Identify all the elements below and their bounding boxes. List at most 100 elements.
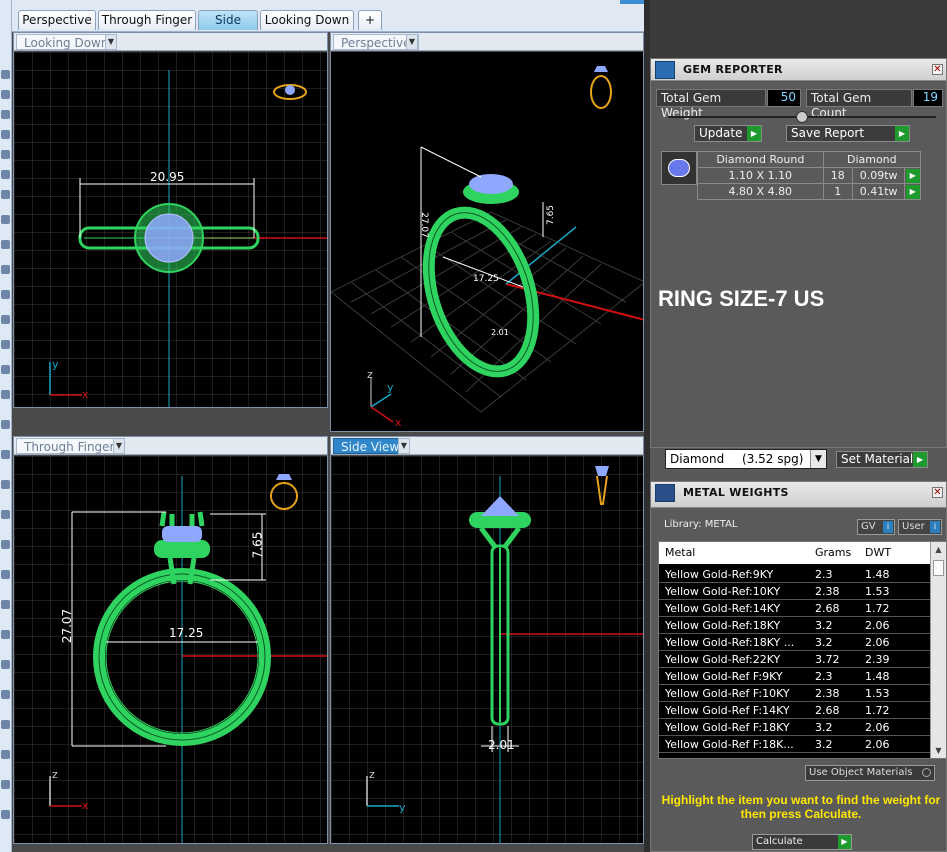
- tool-icon[interactable]: [1, 480, 10, 489]
- add-tab-button[interactable]: +: [358, 10, 382, 30]
- viewport-canvas[interactable]: 27.07 7.65 17.25 2.01 z y x: [331, 52, 643, 431]
- tool-icon[interactable]: [1, 630, 10, 639]
- viewport-through-finger[interactable]: Through Finger ▼ 27.07 7.65 17.25 z x: [13, 436, 328, 844]
- cell-grams: 2.3: [815, 568, 833, 581]
- table-row[interactable]: Yellow Gold-Ref F:9KY 2.3 1.48: [659, 668, 930, 685]
- tool-icon[interactable]: [1, 240, 10, 249]
- close-icon[interactable]: ✕: [932, 487, 943, 498]
- tool-icon[interactable]: [1, 170, 10, 179]
- tool-icon[interactable]: [1, 315, 10, 324]
- metal-weights-table[interactable]: Metal Grams DWT Yellow Gold-Ref:9KY 2.3 1.…: [658, 541, 947, 759]
- scale-icon: [655, 484, 675, 502]
- viewport-side-view[interactable]: Side View ▼ 2.01 z y: [330, 436, 644, 844]
- table-row[interactable]: Yellow Gold-Ref:22KY 3.72 2.39: [659, 651, 930, 668]
- view-tab-bar: Perspective Through Finger Side View Loo…: [12, 0, 644, 46]
- viewport-canvas[interactable]: 2.01 z y: [331, 456, 643, 843]
- cell-metal: Yellow Gold-Ref F:14KY: [665, 704, 790, 717]
- tool-icon[interactable]: [1, 70, 10, 79]
- tool-icon[interactable]: [1, 215, 10, 224]
- tool-icon[interactable]: [1, 190, 10, 199]
- chevron-down-icon[interactable]: ▼: [406, 34, 418, 50]
- scroll-up-icon[interactable]: ▲: [931, 542, 946, 557]
- table-row[interactable]: Yellow Gold-Ref F:10KY 2.38 1.53: [659, 685, 930, 702]
- calculate-button[interactable]: Calculate ▶: [752, 834, 852, 850]
- tool-icon[interactable]: [1, 450, 10, 459]
- update-button[interactable]: Update ▶: [694, 125, 762, 142]
- panel-title-bar: METAL WEIGHTS ✕: [651, 482, 946, 508]
- tool-icon[interactable]: [1, 150, 10, 159]
- scroll-thumb[interactable]: [933, 560, 944, 576]
- axis-y-label: y: [399, 801, 406, 814]
- tool-icon[interactable]: [1, 290, 10, 299]
- tool-icon[interactable]: [1, 600, 10, 609]
- gem-row-go[interactable]: ▶: [904, 167, 921, 184]
- chevron-down-icon[interactable]: ▼: [398, 438, 410, 454]
- col-shape: Diamond Round: [697, 151, 824, 168]
- set-material-button[interactable]: Set Material ▶: [836, 451, 928, 468]
- tool-icon[interactable]: [1, 780, 10, 789]
- tab-side-view[interactable]: Side View: [198, 10, 258, 46]
- tool-icon[interactable]: [1, 660, 10, 669]
- axis-z-label: z: [367, 368, 373, 381]
- tool-icon[interactable]: [1, 390, 10, 399]
- user-button[interactable]: User i: [898, 519, 942, 535]
- cell-metal: Yellow Gold-Ref:22KY: [665, 653, 781, 666]
- tool-icon[interactable]: [1, 130, 10, 139]
- viewport-label[interactable]: Through Finger: [16, 438, 123, 454]
- viewport-header: Perspective ▼: [331, 33, 643, 51]
- save-report-button[interactable]: Save Report ▶: [786, 125, 910, 142]
- viewport-label[interactable]: Looking Down: [16, 34, 117, 50]
- viewport-canvas[interactable]: 20.95 y x: [14, 52, 327, 407]
- axis-y-label: y: [387, 381, 394, 394]
- use-object-materials-toggle[interactable]: Use Object Materials: [805, 765, 935, 781]
- table-row[interactable]: Yellow Gold-Ref F:14KY 2.68 1.72: [659, 702, 930, 719]
- table-row[interactable]: Yellow Gold-Ref F:18KY 3.2 2.06: [659, 719, 930, 736]
- slider-thumb[interactable]: [796, 111, 808, 123]
- gem-row[interactable]: 1.10 X 1.10 18 0.09tw ▶: [697, 167, 921, 184]
- viewport-perspective[interactable]: Perspective ▼ 27.07 7.65 17.25 2.01 z y …: [330, 32, 644, 432]
- calculate-hint: Highlight the item you want to find the …: [661, 793, 941, 821]
- cell-metal: Yellow Gold-Ref F:10KY: [665, 687, 790, 700]
- table-row[interactable]: Yellow Gold-Ref:9KY 2.3 1.48: [659, 566, 930, 583]
- table-row[interactable]: Yellow Gold-Ref F:18K... 3.2 2.06: [659, 736, 930, 753]
- gem-tw: 0.09tw: [851, 167, 906, 184]
- tool-icon[interactable]: [1, 810, 10, 819]
- tab-looking-down[interactable]: Looking Down: [260, 10, 354, 30]
- chevron-down-icon[interactable]: ▼: [105, 34, 117, 50]
- tool-icon[interactable]: [1, 90, 10, 99]
- total-gem-weight-label: Total Gem Weight: [656, 89, 766, 120]
- chevron-down-icon[interactable]: ▼: [113, 438, 125, 454]
- viewport-label[interactable]: Side View: [333, 438, 408, 454]
- gem-row-go[interactable]: ▶: [904, 183, 921, 200]
- set-material-label: Set Material: [841, 452, 914, 466]
- tool-icon[interactable]: [1, 570, 10, 579]
- play-icon: ▶: [913, 452, 927, 467]
- cell-dwt: 2.06: [865, 636, 890, 649]
- table-row[interactable]: Yellow Gold-Ref:18KY ... 3.2 2.06: [659, 634, 930, 651]
- table-row[interactable]: Yellow Gold-Ref:14KY 2.68 1.72: [659, 600, 930, 617]
- tool-icon[interactable]: [1, 540, 10, 549]
- tool-icon[interactable]: [1, 720, 10, 729]
- tool-icon[interactable]: [1, 110, 10, 119]
- cell-metal: Yellow Gold-Ref F:18K...: [665, 738, 794, 751]
- gem-row[interactable]: 4.80 X 4.80 1 0.41tw ▶: [697, 183, 921, 200]
- tool-icon[interactable]: [1, 365, 10, 374]
- gv-button[interactable]: GV i: [857, 519, 895, 535]
- tool-icon[interactable]: [1, 265, 10, 274]
- tool-icon[interactable]: [1, 510, 10, 519]
- axis-z-label: z: [369, 768, 375, 781]
- close-icon[interactable]: ✕: [932, 64, 943, 75]
- viewport-looking-down[interactable]: Looking Down ▼ 20.95 y x: [13, 32, 328, 408]
- viewport-canvas[interactable]: 27.07 7.65 17.25 z x: [14, 456, 327, 843]
- table-row[interactable]: Yellow Gold-Ref:18KY 3.2 2.06: [659, 617, 930, 634]
- tool-icon[interactable]: [1, 420, 10, 429]
- tool-icon[interactable]: [1, 340, 10, 349]
- tool-icon[interactable]: [1, 750, 10, 759]
- scroll-down-icon[interactable]: ▼: [931, 743, 946, 758]
- tab-through-finger[interactable]: Through Finger: [98, 10, 196, 30]
- tab-perspective[interactable]: Perspective: [18, 10, 96, 30]
- scrollbar[interactable]: ▲ ▼: [930, 542, 946, 758]
- table-row[interactable]: Yellow Gold-Ref:10KY 2.38 1.53: [659, 583, 930, 600]
- material-select[interactable]: Diamond (3.52 spg) ▼: [665, 449, 827, 469]
- tool-icon[interactable]: [1, 690, 10, 699]
